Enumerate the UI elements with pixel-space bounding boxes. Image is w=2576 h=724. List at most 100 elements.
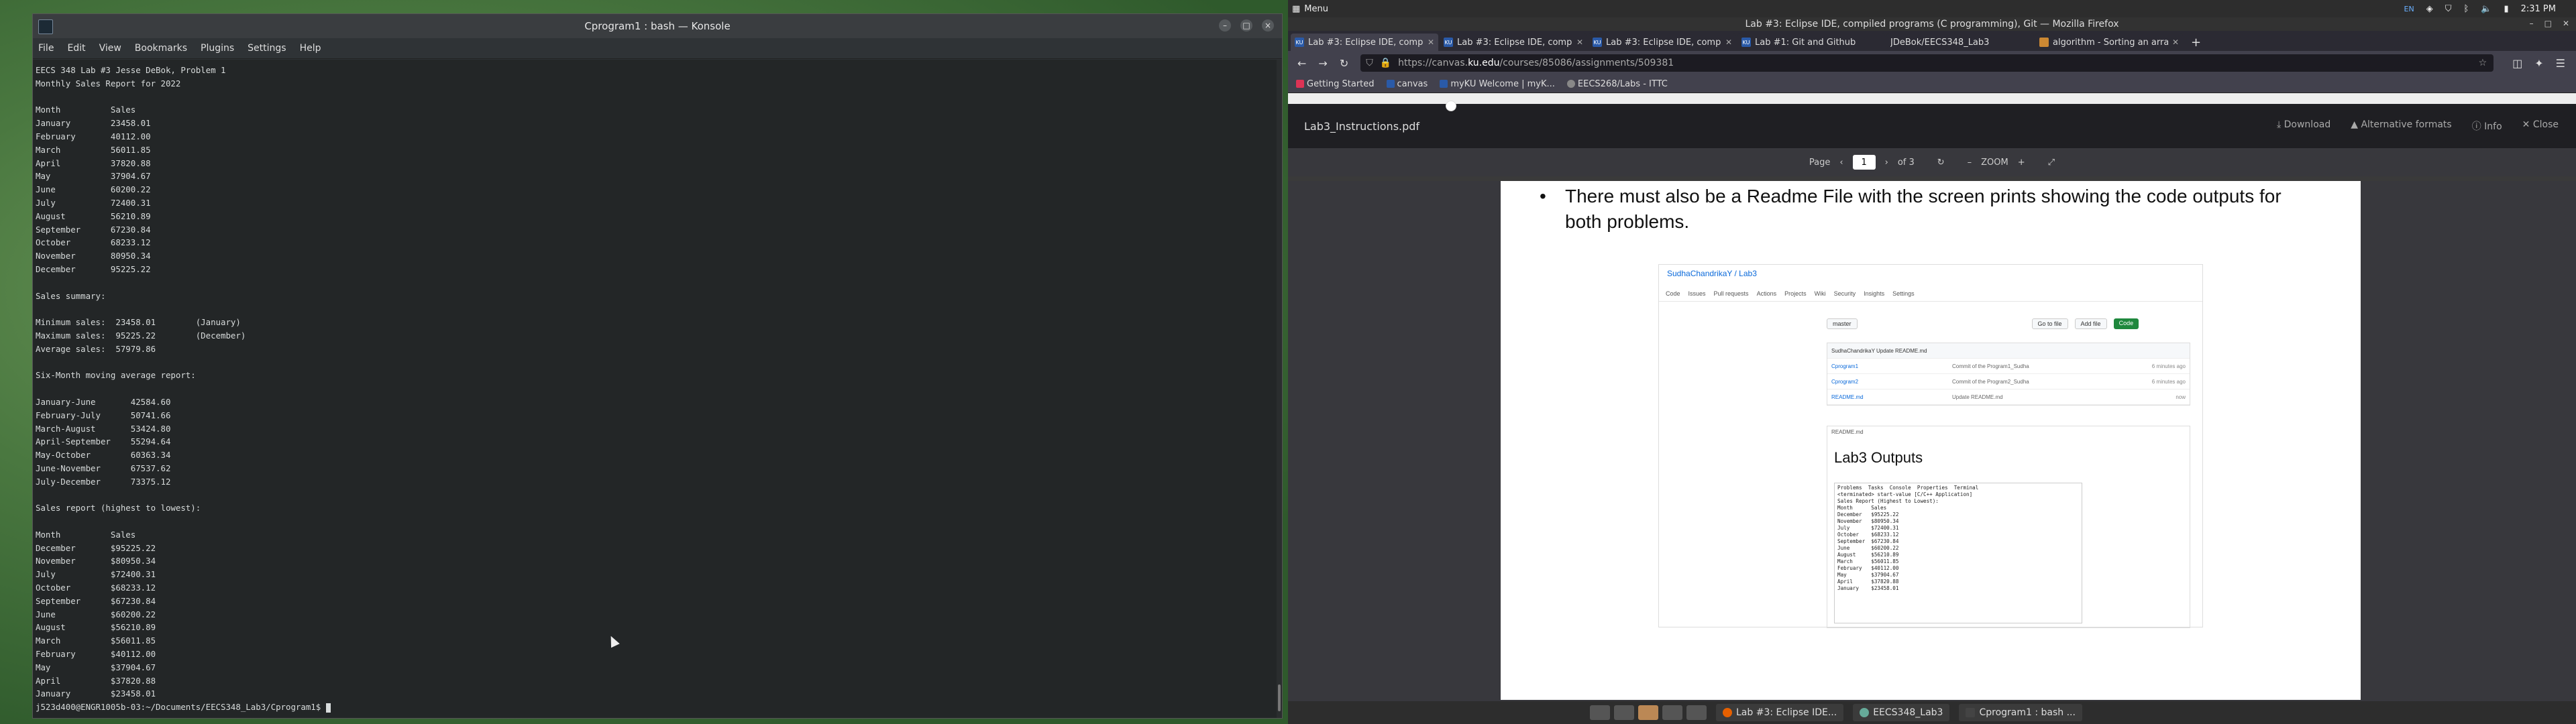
menu-file[interactable]: File <box>38 43 54 54</box>
menu-bookmarks[interactable]: Bookmarks <box>135 43 187 54</box>
forward-icon[interactable]: → <box>1318 57 1327 70</box>
bookmark-myku[interactable]: myKU Welcome | myK... <box>1440 79 1555 89</box>
firefox-title: Lab #3: Eclipse IDE, compiled programs (… <box>1745 19 2119 29</box>
reload-icon[interactable]: ↻ <box>1340 57 1348 70</box>
rotate-icon[interactable]: ↻ <box>1937 158 1945 168</box>
firefox-launcher-icon[interactable] <box>1638 705 1658 720</box>
bookmark-canvas[interactable]: canvas <box>1386 79 1428 89</box>
tab-github-repo[interactable]: JDeBok/EECS348_Lab3 <box>1446 34 2034 111</box>
terminal-launcher-icon[interactable] <box>1614 705 1634 720</box>
navigation-toolbar: ← → ↻ ⛉ 🔒 https://canvas.ku.edu/courses/… <box>1288 51 2576 75</box>
canvas-favicon-icon: KU <box>1593 38 1602 47</box>
page-label: Page <box>1809 157 1831 168</box>
maximize-icon[interactable]: □ <box>1240 19 1252 32</box>
download-button[interactable]: ⤓ Download <box>2277 119 2330 133</box>
firefox-icon <box>1723 708 1732 717</box>
close-tab-icon[interactable]: ✕ <box>1428 38 1434 47</box>
page-count: of 3 <box>1897 157 1915 168</box>
tab-lab3-2[interactable]: KU Lab #3: Eclipse IDE, comp ✕ <box>1440 34 1587 51</box>
terminal-icon <box>38 19 53 34</box>
pdf-filename: Lab3_Instructions.pdf <box>1304 119 1420 133</box>
close-tab-icon[interactable]: ✕ <box>1725 38 1732 47</box>
menu-edit[interactable]: Edit <box>67 43 85 54</box>
zoom-in-icon[interactable]: + <box>2018 158 2025 168</box>
zoom-out-icon[interactable]: – <box>1968 158 1972 168</box>
tab-lab1[interactable]: KU Lab #1: Git and Github <box>1737 34 1885 51</box>
zoom-label: ZOOM <box>1981 157 2008 168</box>
minimize-icon[interactable]: – <box>2530 19 2534 28</box>
menu-plugins[interactable]: Plugins <box>201 43 234 54</box>
konsole-titlebar[interactable]: Cprogram1 : bash — Konsole – □ × <box>33 14 1282 38</box>
battery-icon[interactable]: ▮ <box>2504 4 2508 14</box>
network-icon[interactable]: ◈ <box>2426 4 2433 14</box>
extensions-icon[interactable]: ✦ <box>2534 57 2543 70</box>
hamburger-menu-icon[interactable]: ☰ <box>2556 57 2565 70</box>
fullscreen-icon[interactable]: ⤢ <box>2048 158 2055 168</box>
task-konsole[interactable]: Cprogram1 : bash ... <box>1959 704 2082 721</box>
repo-nav: Code Issues Pull requests Actions Projects Wi… <box>1666 290 1915 297</box>
close-tab-icon[interactable]: ✕ <box>2172 38 2179 47</box>
next-page-icon[interactable]: › <box>1885 158 1888 168</box>
folder-icon <box>1860 708 1870 717</box>
maximize-icon[interactable]: □ <box>2544 19 2552 28</box>
minimize-icon[interactable]: – <box>1219 19 1231 32</box>
repo-name: SudhaChandrikaY / Lab3 <box>1667 269 1757 278</box>
bookmark-star-icon[interactable]: ☆ <box>2479 58 2487 68</box>
bluetooth-icon[interactable]: ᛒ <box>2463 4 2469 14</box>
bookmark-eecs268[interactable]: EECS268/Labs - ITTC <box>1566 79 1668 89</box>
url-bar[interactable]: ⛉ 🔒 https://canvas.ku.edu/courses/85086/… <box>1360 54 2494 72</box>
task-files[interactable]: EECS348_Lab3 <box>1853 704 1950 721</box>
konsole-menubar: File Edit View Bookmarks Plugins Setting… <box>33 38 1282 59</box>
lock-icon[interactable]: 🔒 <box>1380 58 1391 68</box>
shield-icon[interactable]: ⛉ <box>2445 4 2452 14</box>
text-cursor <box>325 703 331 713</box>
files-launcher-icon[interactable] <box>1662 705 1682 720</box>
pdf-toolbar: Page ‹ 1 › of 3 ↻ – ZOOM + ⤢ <box>1288 148 2576 176</box>
volume-icon[interactable]: 🔈 <box>2481 4 2491 14</box>
taskbar: Lab #3: Eclipse IDE... EECS348_Lab3 Cpro… <box>1288 701 2576 724</box>
menu-settings[interactable]: Settings <box>248 43 286 54</box>
close-icon[interactable]: ✕ <box>2563 19 2569 28</box>
menu-help[interactable]: Help <box>300 43 321 54</box>
tracking-shield-icon[interactable]: ⛉ <box>1366 58 1373 68</box>
tab-lab3-3[interactable]: KU Lab #3: Eclipse IDE, comp ✕ <box>1589 34 1736 51</box>
canvas-favicon-icon: KU <box>1741 38 1751 47</box>
shell-prompt: j523d400@ENGR1005b-03:~/Documents/EECS34… <box>36 702 326 713</box>
menu-view[interactable]: View <box>99 43 121 54</box>
panel-menu-button[interactable]: ▦ Menu <box>1288 4 1328 14</box>
show-desktop-icon[interactable] <box>1590 705 1610 720</box>
back-icon[interactable]: ← <box>1297 57 1306 70</box>
file-list: SudhaChandrikaY Update README.md Cprogra… <box>1827 343 2190 406</box>
alternative-formats-button[interactable]: ▲ Alternative formats <box>2351 119 2451 133</box>
scrollbar-thumb[interactable] <box>1278 684 1281 711</box>
bookmark-getting-started[interactable]: Getting Started <box>1296 79 1375 89</box>
readme-title: Lab3 Outputs <box>1834 449 1923 466</box>
close-tab-icon[interactable]: ✕ <box>1576 38 1583 47</box>
top-panel: ▦ Menu EN ◈ ⛉ ᛒ 🔈 ▮ 2:31 PM <box>1288 0 2576 17</box>
workspace-icon[interactable] <box>1686 705 1707 720</box>
pdf-document-area[interactable]: • There must also be a Readme File with … <box>1288 181 2576 701</box>
firefox-icon <box>1296 80 1304 88</box>
prev-page-icon[interactable]: ‹ <box>1839 158 1843 168</box>
pocket-icon[interactable]: ◫ <box>2512 57 2522 70</box>
tab-stackoverflow[interactable]: algorithm - Sorting an arra ✕ <box>2035 34 2183 51</box>
terminal-output[interactable]: EECS 348 Lab #3 Jesse DeBok, Problem 1 M… <box>33 60 1277 718</box>
keyboard-layout[interactable]: EN <box>2404 5 2414 13</box>
stackoverflow-favicon-icon <box>2039 38 2049 47</box>
info-button[interactable]: ⓘ Info <box>2472 119 2502 133</box>
canvas-favicon-icon: KU <box>1444 38 1453 47</box>
task-firefox[interactable]: Lab #3: Eclipse IDE... <box>1716 704 1844 721</box>
terminal-scrollbar[interactable] <box>1277 60 1282 718</box>
canvas-top-strip <box>1288 93 2576 104</box>
clock[interactable]: 2:31 PM <box>2521 4 2556 14</box>
canvas-icon <box>1386 80 1395 88</box>
new-tab-button[interactable]: + <box>2184 34 2208 51</box>
close-icon[interactable]: × <box>1262 19 1274 32</box>
page-number-input[interactable]: 1 <box>1852 155 1876 170</box>
program-output: EECS 348 Lab #3 Jesse DeBok, Problem 1 M… <box>36 65 246 699</box>
tab-lab3-1[interactable]: KU Lab #3: Eclipse IDE, comp ✕ <box>1291 34 1438 51</box>
menu-icon: ▦ <box>1292 3 1301 14</box>
close-button[interactable]: ✕ Close <box>2522 119 2559 133</box>
panel-menu-label: Menu <box>1304 3 1328 14</box>
firefox-titlebar[interactable]: Lab #3: Eclipse IDE, compiled programs (… <box>1288 17 2576 31</box>
